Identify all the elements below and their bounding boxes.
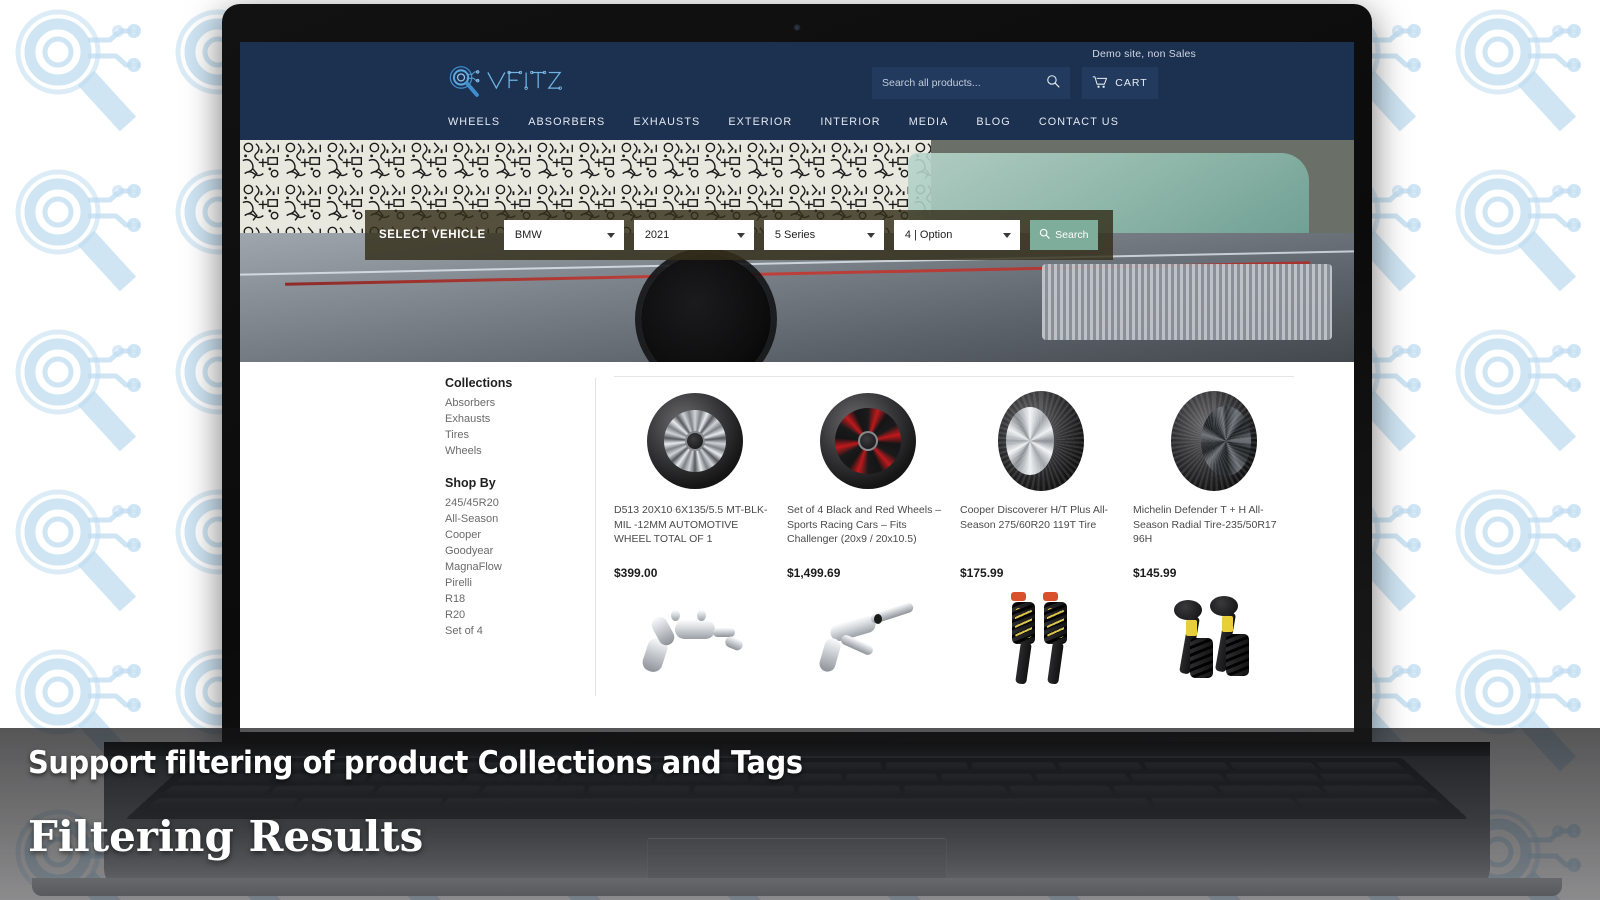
chevron-down-icon <box>866 233 875 238</box>
nav-item-absorbers[interactable]: ABSORBERS <box>528 116 605 128</box>
collections-heading: Collections <box>445 376 513 390</box>
results-top-rule <box>614 376 1294 377</box>
search-input[interactable] <box>882 77 1032 89</box>
vehicle-make-select[interactable]: BMW <box>503 220 624 250</box>
vehicle-search-button[interactable]: Search <box>1029 220 1098 250</box>
header-actions: CART <box>872 67 1326 99</box>
vehicle-model-value: 5 Series <box>774 229 816 241</box>
hero-banner: SELECT VEHICLE BMW 2021 5 Series 4 | Opt… <box>240 140 1354 362</box>
search-icon <box>1039 228 1050 242</box>
search-icon[interactable] <box>1046 74 1060 93</box>
collection-link-absorbers[interactable]: Absorbers <box>445 395 595 411</box>
product-price: $175.99 <box>960 566 1004 580</box>
product-grid-row-2 <box>614 584 1294 696</box>
shop-by-heading: Shop By <box>445 476 496 490</box>
tag-link-magnaflow[interactable]: MagnaFlow <box>445 559 595 575</box>
tag-link-245-45r20[interactable]: 245/45R20 <box>445 495 595 511</box>
collection-link-tires[interactable]: Tires <box>445 427 595 443</box>
header-main-row: CART <box>268 60 1326 116</box>
vehicle-year-select[interactable]: 2021 <box>633 220 754 250</box>
chevron-down-icon <box>606 233 615 238</box>
product-title[interactable]: Set of 4 Black and Red Wheels – Sports R… <box>787 503 948 561</box>
vehicle-year-value: 2021 <box>644 229 670 241</box>
product-card[interactable]: D513 20X10 6X135/5.5 MT-BLK-MIL -12MM AU… <box>614 391 775 580</box>
coilover-shock-pair-red-cap-image[interactable] <box>960 584 1121 685</box>
product-title[interactable]: Cooper Discoverer H/T Plus All-Season 27… <box>960 503 1121 561</box>
vehicle-search-label: Search <box>1055 229 1089 241</box>
product-price: $399.00 <box>614 566 658 580</box>
tag-link-r18[interactable]: R18 <box>445 591 595 607</box>
cooper-discoverer-tire-image[interactable] <box>960 391 1121 491</box>
logo-wordmark <box>485 66 563 101</box>
nav-item-exterior[interactable]: EXTERIOR <box>728 116 792 128</box>
cart-label: CART <box>1115 77 1148 89</box>
product-results: D513 20X10 6X135/5.5 MT-BLK-MIL -12MM AU… <box>596 376 1354 696</box>
tag-link-all-season[interactable]: All-Season <box>445 511 595 527</box>
product-card[interactable] <box>1133 584 1294 696</box>
product-title[interactable]: Michelin Defender T + H All- Season Radi… <box>1133 503 1294 561</box>
laptop-camera <box>793 24 801 31</box>
tag-link-r20[interactable]: R20 <box>445 607 595 623</box>
laptop-mockup: Demo site, non Sales Search all products… <box>32 0 1562 896</box>
collection-page-content: Collections Absorbers Exhausts Tires Whe… <box>240 362 1354 696</box>
product-card[interactable] <box>960 584 1121 696</box>
product-price: $145.99 <box>1133 566 1177 580</box>
collection-link-exhausts[interactable]: Exhausts <box>445 411 595 427</box>
black-red-racing-wheel-image[interactable] <box>787 391 948 491</box>
chrome-exhaust-system-2-image[interactable] <box>787 584 948 684</box>
nav-item-wheels[interactable]: WHEELS <box>448 116 500 128</box>
main-navigation: WHEELS ABSORBERS EXHAUSTS EXTERIOR INTER… <box>268 116 1326 140</box>
product-grid-row-1: D513 20X10 6X135/5.5 MT-BLK-MIL -12MM AU… <box>614 391 1294 580</box>
product-card[interactable] <box>614 584 775 696</box>
nav-item-contact-us[interactable]: CONTACT US <box>1039 116 1119 128</box>
product-title[interactable]: D513 20X10 6X135/5.5 MT-BLK-MIL -12MM AU… <box>614 503 775 561</box>
product-card[interactable]: Michelin Defender T + H All- Season Radi… <box>1133 391 1294 580</box>
nav-item-blog[interactable]: BLOG <box>976 116 1010 128</box>
select-vehicle-label: SELECT VEHICLE <box>379 229 486 241</box>
laptop-lid: Demo site, non Sales Search all products… <box>222 4 1372 749</box>
black-milled-offroad-wheel-image[interactable] <box>614 391 775 491</box>
demo-site-note: Demo site, non Sales <box>1092 48 1196 60</box>
product-card[interactable] <box>787 584 948 696</box>
shopping-cart-icon <box>1092 75 1108 92</box>
chrome-exhaust-system-1-image[interactable] <box>614 584 775 684</box>
nav-item-interior[interactable]: INTERIOR <box>820 116 880 128</box>
tag-link-goodyear[interactable]: Goodyear <box>445 543 595 559</box>
site-logo[interactable] <box>268 64 563 102</box>
vehicle-option-select[interactable]: 4 | Option <box>893 220 1020 250</box>
vehicle-option-value: 4 | Option <box>904 229 953 241</box>
browser-screen: Demo site, non Sales Search all products… <box>240 42 1354 732</box>
chevron-down-icon <box>736 233 745 238</box>
site-header: Demo site, non Sales Search all products… <box>240 42 1354 140</box>
nav-item-exhausts[interactable]: EXHAUSTS <box>633 116 700 128</box>
tag-link-set-of-4[interactable]: Set of 4 <box>445 623 595 639</box>
vehicle-selector-bar: SELECT VEHICLE BMW 2021 5 Series 4 | Opt… <box>365 210 1113 260</box>
nav-item-media[interactable]: MEDIA <box>909 116 949 128</box>
caption-line-2: Filtering Results <box>28 812 424 861</box>
tag-link-cooper[interactable]: Cooper <box>445 527 595 543</box>
collection-link-wheels[interactable]: Wheels <box>445 443 595 459</box>
chevron-down-icon <box>1002 233 1011 238</box>
coilover-shock-pair-yellow-image[interactable] <box>1133 584 1294 684</box>
michelin-defender-tire-image[interactable] <box>1133 391 1294 491</box>
product-card[interactable]: Set of 4 Black and Red Wheels – Sports R… <box>787 391 948 580</box>
caption-line-1: Support filtering of product Collections… <box>28 745 803 781</box>
product-price: $1,499.69 <box>787 566 841 580</box>
tag-link-pirelli[interactable]: Pirelli <box>445 575 595 591</box>
filter-sidebar: Collections Absorbers Exhausts Tires Whe… <box>240 376 595 696</box>
cart-button[interactable]: CART <box>1082 67 1158 99</box>
magnifier-circuit-icon <box>446 64 484 102</box>
vehicle-make-value: BMW <box>514 229 542 241</box>
product-search-box[interactable] <box>872 67 1070 99</box>
car-grille <box>1042 264 1332 340</box>
product-card[interactable]: Cooper Discoverer H/T Plus All-Season 27… <box>960 391 1121 580</box>
vehicle-model-select[interactable]: 5 Series <box>763 220 884 250</box>
